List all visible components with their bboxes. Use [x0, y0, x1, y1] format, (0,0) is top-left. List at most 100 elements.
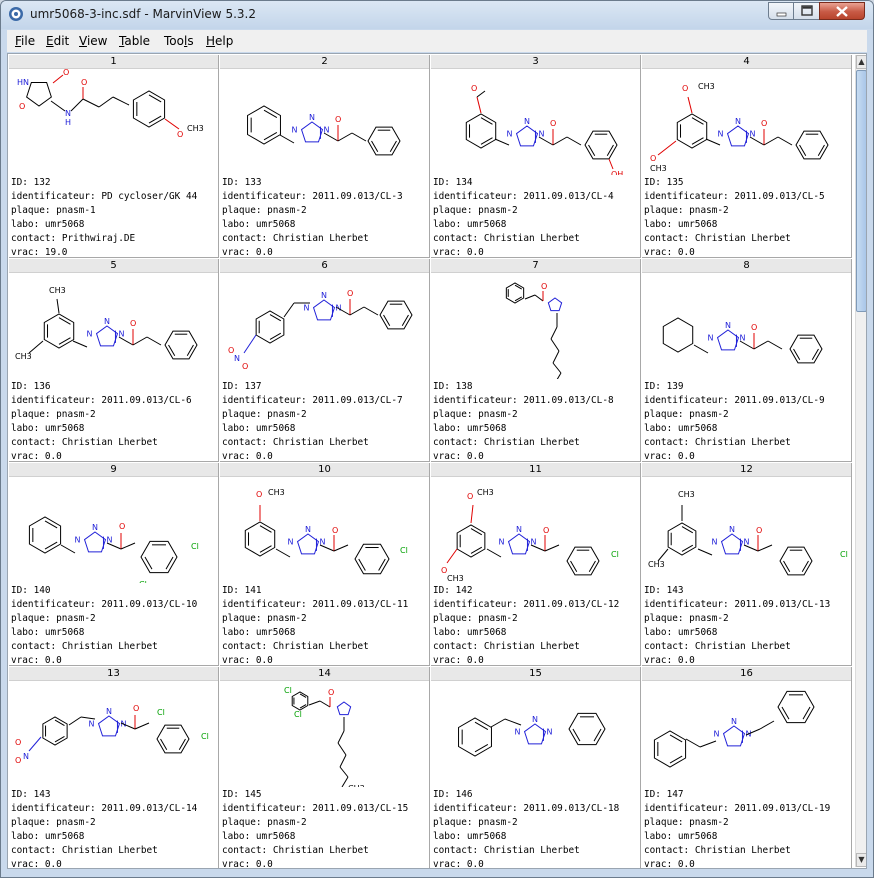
field-value: 2011.09.013/CL-13	[734, 599, 831, 611]
molecule-structure: OCH3NNNOClCl	[244, 488, 408, 583]
menu-view[interactable]: View	[79, 34, 107, 48]
field-plaque: plaque: pnasm-2	[222, 612, 408, 626]
molecule-cell[interactable]: 6 N O O N N N O ID: 137 identificateur: 2011.09.0…	[220, 259, 430, 462]
atom-label: N	[532, 715, 538, 724]
molecule-cell[interactable]: 8 N N N O ID: 139 identificateur: 2011.09.013/…	[642, 259, 852, 462]
molecule-cell[interactable]: 9NNNOClClID: 140identificateur: 2011.09.…	[9, 463, 219, 666]
close-button[interactable]	[819, 2, 865, 20]
field-label: contact:	[11, 233, 62, 245]
menu-edit[interactable]: Edit	[46, 34, 69, 48]
atom-label: N	[23, 752, 29, 761]
field-value: Christian Lherbet	[694, 233, 791, 245]
menu-help[interactable]: Help	[206, 34, 233, 48]
field-label: ID:	[222, 789, 245, 800]
field-value: 2011.09.013/CL-5	[734, 191, 825, 203]
field-value: 2011.09.013/CL-6	[101, 395, 192, 407]
molecule-cell[interactable]: 12CH3CH3NNNOClClID: 143identificateur: 2…	[642, 463, 852, 666]
field-label: ID:	[644, 585, 667, 596]
field-value: 0.0	[255, 859, 273, 869]
scroll-up-arrow-icon[interactable]: ▲	[856, 55, 866, 69]
atom-label: O	[682, 84, 688, 93]
atom-label: O	[541, 282, 547, 291]
field-label: identificateur:	[644, 395, 735, 407]
scrollbar-thumb[interactable]	[856, 70, 866, 312]
molecule-table-view: 1 HN O O N H O O CH3 ID: 132 identificateur: PD cy…	[7, 53, 867, 869]
field-value: Christian Lherbet	[694, 437, 791, 449]
molecule-grid: 1 HN O O N H O O CH3 ID: 132 identificateur: PD cy…	[9, 55, 854, 869]
field-value: 135	[666, 177, 684, 188]
field-label: plaque:	[11, 613, 57, 625]
field-value: umr5068	[44, 831, 85, 843]
atom-label: O	[471, 84, 477, 93]
vertical-scrollbar[interactable]: ▲ ▼	[855, 55, 866, 867]
menu-table[interactable]: Table	[119, 34, 150, 48]
field-label: contact:	[222, 437, 273, 449]
field-value: umr5068	[466, 831, 507, 843]
field-label: vrac:	[222, 859, 256, 869]
menu-tools[interactable]: Tools	[164, 34, 194, 48]
field-label: labo:	[11, 219, 45, 231]
field-value: 137	[244, 381, 262, 392]
molecule-cell[interactable]: 13 O N O N N N O Cl Cl ID: 143 identificateur: 2011…	[9, 667, 219, 868]
field-label: vrac:	[11, 451, 45, 462]
field-labo: labo: umr5068	[222, 830, 408, 844]
field-contact: contact: Christian Lherbet	[222, 232, 403, 246]
molecule-structure: NOONNNO	[228, 289, 413, 371]
field-id: ID: 139	[644, 380, 825, 394]
field-label: ID:	[11, 177, 34, 188]
field-value: pnasm-2	[267, 613, 307, 625]
molecule-cell[interactable]: 1 HN O O N H O O CH3 ID: 132 identificateur: PD cy…	[9, 55, 219, 258]
field-value: umr5068	[466, 423, 507, 435]
field-value: 143	[666, 585, 684, 596]
atom-label: Cl	[284, 686, 292, 695]
field-label: plaque:	[11, 409, 57, 421]
field-id: ID: 138	[433, 380, 614, 394]
field-contact: contact: Christian Lherbet	[11, 436, 192, 450]
field-contact: contact: Christian Lherbet	[433, 436, 614, 450]
sdf-fields: ID: 136 identificateur: 2011.09.013/CL-6 p…	[11, 380, 192, 462]
field-label: identificateur:	[11, 599, 102, 611]
molecule-cell[interactable]: 7OCH3ID: 138identificateur: 2011.09.013/…	[431, 259, 641, 462]
field-plaque: plaque: pnasm-1	[11, 204, 197, 218]
minimize-button[interactable]	[768, 2, 794, 20]
field-value: 0.0	[466, 451, 484, 462]
atom-label: O	[63, 69, 69, 77]
field-value: 2011.09.013/CL-9	[734, 395, 825, 407]
menu-file[interactable]: File	[15, 34, 35, 48]
scroll-down-arrow-icon[interactable]: ▼	[856, 853, 866, 867]
field-value: umr5068	[677, 627, 718, 639]
field-label: plaque:	[433, 205, 479, 217]
field-label: ID:	[222, 585, 245, 596]
field-id: ID: 142	[433, 584, 619, 598]
atom-label: O	[15, 756, 21, 765]
field-label: identificateur:	[222, 395, 313, 407]
menu-bar: File Edit View Table Tools Help	[7, 30, 867, 52]
field-value: 2011.09.013/CL-15	[312, 803, 409, 815]
atom-label: Cl	[191, 542, 199, 551]
field-labo: labo: umr5068	[644, 422, 825, 436]
marvin-app-icon	[9, 7, 23, 21]
molecule-structure: OCH3OCH3NNNOClCl	[441, 488, 619, 583]
atom-label: N	[92, 523, 98, 532]
molecule-cell[interactable]: 4 O CH3 O CH3 N N N O ID: 135 identificateur: 2011…	[642, 55, 852, 258]
molecule-cell[interactable]: 10OCH3NNNOClClID: 141identificateur: 201…	[220, 463, 430, 666]
field-value: 0.0	[466, 655, 484, 666]
molecule-cell[interactable]: 15 N N N ID: 146 identificateur: 2011.09.013/…	[431, 667, 641, 868]
molecule-cell[interactable]: 2 N N N O ID: 133 identificateur: 2011.09.013/…	[220, 55, 430, 258]
field-value: Christian Lherbet	[272, 233, 369, 245]
molecule-cell[interactable]: 16 N N N ID: 147 identificateur: 2011.09.013/…	[642, 667, 852, 868]
field-value: umr5068	[255, 423, 296, 435]
maximize-button[interactable]	[793, 2, 820, 20]
sdf-fields: ID: 145 identificateur: 2011.09.013/CL-15…	[222, 788, 409, 869]
molecule-cell[interactable]: 11OCH3OCH3NNNOClClID: 142identificateur:…	[431, 463, 641, 666]
field-label: identificateur:	[222, 803, 313, 815]
molecule-cell[interactable]: 14ClClOCH3ID: 145identificateur: 2011.09…	[220, 667, 430, 869]
field-vrac: vrac: 0.0	[644, 450, 825, 461]
field-labo: labo: umr5068	[644, 830, 830, 844]
molecule-cell[interactable]: 3 O N N N O OH ID: 134 identificateur: 2011.09.0…	[431, 55, 641, 258]
field-label: identificateur:	[11, 803, 102, 815]
atom-label: O	[328, 688, 334, 697]
field-plaque: plaque: pnasm-2	[644, 612, 830, 626]
title-bar[interactable]: umr5068-3-inc.sdf - MarvinView 5.3.2	[1, 1, 873, 29]
molecule-cell[interactable]: 5 CH3 CH3 N N N O ID: 136 identificateur: 2011.0…	[9, 259, 219, 462]
